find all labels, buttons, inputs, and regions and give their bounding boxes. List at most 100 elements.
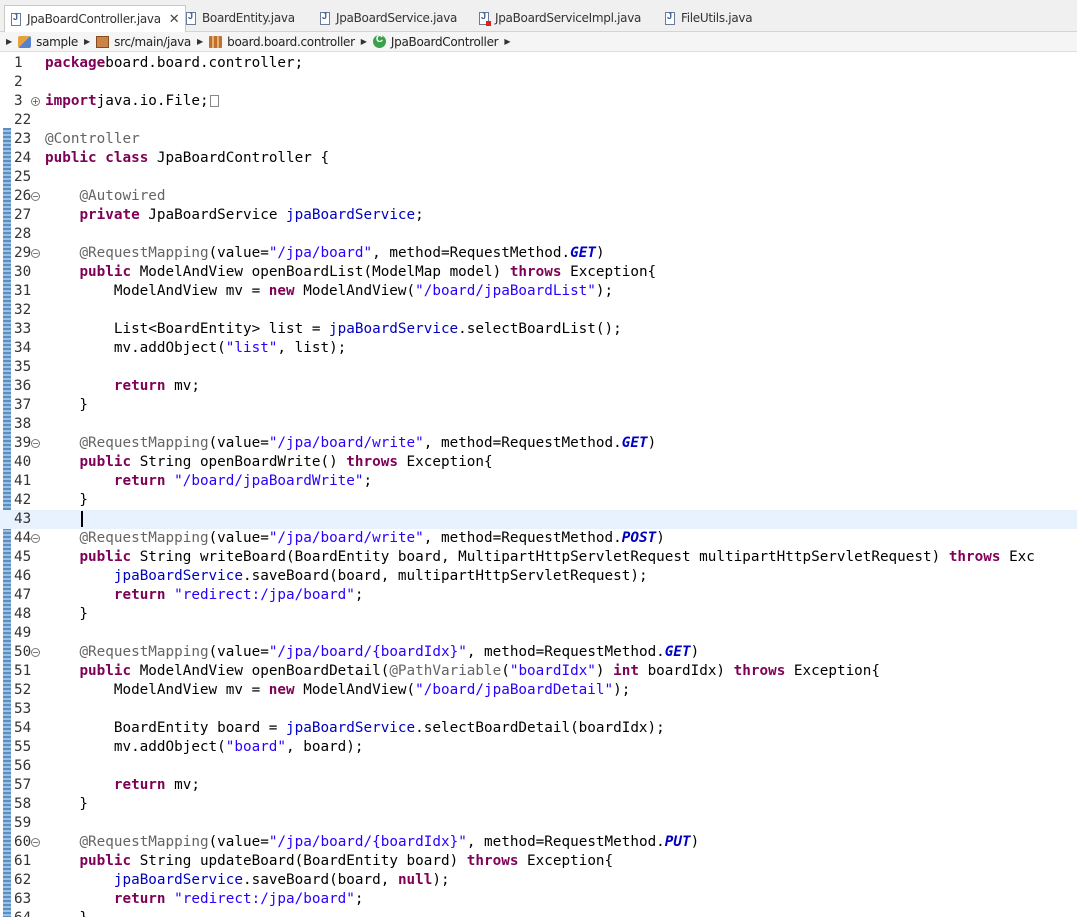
code-text: } [45,606,89,622]
code-line[interactable]: 33 List<BoardEntity> list = jpaBoardServ… [0,320,1077,339]
breadcrumb: ▶ sample ▶ src/main/java ▶ board.board.c… [0,32,1077,52]
line-number: 43 [14,511,32,527]
collapse-fold-icon[interactable]: − [31,249,40,258]
code-line[interactable]: 61 public String updateBoard(BoardEntity… [0,852,1077,871]
code-line[interactable]: 54 BoardEntity board = jpaBoardService.s… [0,719,1077,738]
code-line[interactable]: 60− @RequestMapping(value="/jpa/board/{b… [0,833,1077,852]
tab-jpaboardcontroller[interactable]: JpaBoardController.java ✕ [4,5,187,32]
line-number: 62 [14,872,32,888]
expand-fold-icon[interactable]: + [31,97,40,106]
line-number: 1 [14,55,23,71]
code-line[interactable]: 42 } [0,491,1077,510]
code-line[interactable]: 46 jpaBoardService.saveBoard(board, mult… [0,567,1077,586]
code-line[interactable]: 22 [0,111,1077,130]
code-line[interactable]: 24 public class JpaBoardController { [0,149,1077,168]
code-line[interactable]: 45 public String writeBoard(BoardEntity … [0,548,1077,567]
code-line[interactable]: 1 packageboard.board.controller; [0,54,1077,73]
collapse-fold-icon[interactable]: − [31,534,40,543]
package-icon [209,35,223,48]
folded-region-icon[interactable] [209,95,219,107]
code-line[interactable]: 59 [0,814,1077,833]
code-line[interactable]: 27 private JpaBoardService jpaBoardServi… [0,206,1077,225]
code-text: List<BoardEntity> list = jpaBoardService… [45,321,622,337]
chevron-right-icon[interactable]: ▶ [84,37,90,46]
tab-jpaboardserviceimpl[interactable]: JpaBoardServiceImpl.java [479,8,641,28]
code-line[interactable]: 62 jpaBoardService.saveBoard(board, null… [0,871,1077,890]
class-icon [372,34,386,48]
close-icon[interactable]: ✕ [169,12,180,27]
code-line[interactable]: 55 mv.addObject("board", board); [0,738,1077,757]
chevron-right-icon[interactable]: ▶ [6,37,12,46]
code-text: private JpaBoardService jpaBoardService; [79,207,424,223]
java-file-icon [186,11,196,25]
line-number: 45 [14,549,32,565]
collapse-fold-icon[interactable]: − [31,192,40,201]
code-line[interactable]: 26− @Autowired [0,187,1077,206]
line-number: 24 [14,150,32,166]
chevron-right-icon[interactable]: ▶ [504,37,510,46]
code-line[interactable]: 38 [0,415,1077,434]
code-line[interactable]: 25 [0,168,1077,187]
line-number: 34 [14,340,32,356]
code-line[interactable]: 32 [0,301,1077,320]
code-line[interactable]: 58 } [0,795,1077,814]
code-line[interactable]: 30 public ModelAndView openBoardList(Mod… [0,263,1077,282]
code-line[interactable]: 63 return "redirect:/jpa/board"; [0,890,1077,909]
code-line[interactable]: 56 [0,757,1077,776]
line-number: 63 [14,891,32,907]
breadcrumb-item-project[interactable]: sample [18,35,78,49]
code-line[interactable]: 39− @RequestMapping(value="/jpa/board/wr… [0,434,1077,453]
collapse-fold-icon[interactable]: − [31,439,40,448]
code-line[interactable]: 57 return mv; [0,776,1077,795]
code-line[interactable]: 51 public ModelAndView openBoardDetail(@… [0,662,1077,681]
code-line[interactable]: 23 @Controller [0,130,1077,149]
chevron-right-icon[interactable]: ▶ [197,37,203,46]
code-line[interactable]: 47 return "redirect:/jpa/board"; [0,586,1077,605]
code-editor[interactable]: 1 packageboard.board.controller; 2 3 + import… [0,53,1077,917]
breadcrumb-item-source-folder[interactable]: src/main/java [96,35,191,49]
code-line[interactable]: 34 mv.addObject("list", list); [0,339,1077,358]
line-number: 2 [14,74,23,90]
code-line[interactable]: 40 public String openBoardWrite() throws… [0,453,1077,472]
code-line[interactable]: 35 [0,358,1077,377]
code-line[interactable]: 53 [0,700,1077,719]
line-number: 23 [14,131,32,147]
tab-jpaboardservice[interactable]: JpaBoardService.java [320,8,457,28]
tab-boardentity[interactable]: BoardEntity.java [186,8,295,28]
code-line[interactable]: 3 + importjava.io.File; [0,92,1077,111]
code-line[interactable]: 37 } [0,396,1077,415]
code-line[interactable]: 64 } [0,909,1077,917]
code-line[interactable]: 44− @RequestMapping(value="/jpa/board/wr… [0,529,1077,548]
line-number: 33 [14,321,32,337]
code-line[interactable]: 36 return mv; [0,377,1077,396]
code-text: } [45,492,89,508]
collapse-fold-icon[interactable]: − [31,648,40,657]
code-line[interactable]: 50− @RequestMapping(value="/jpa/board/{b… [0,643,1077,662]
code-text: @Autowired [79,188,166,204]
code-text: jpaBoardService.saveBoard(board, multipa… [113,568,648,584]
code-text: public String writeBoard(BoardEntity boa… [79,549,1035,565]
collapse-fold-icon[interactable]: − [31,838,40,847]
code-text: packageboard.board.controller; [45,55,304,71]
line-number: 32 [14,302,32,318]
code-line[interactable]: 41 return "/board/jpaBoardWrite"; [0,472,1077,491]
code-line[interactable]: 29− @RequestMapping(value="/jpa/board", … [0,244,1077,263]
code-line[interactable]: 28 [0,225,1077,244]
chevron-right-icon[interactable]: ▶ [361,37,367,46]
tab-fileutils[interactable]: FileUtils.java [665,8,753,28]
breadcrumb-item-package[interactable]: board.board.controller [209,35,355,49]
breadcrumb-item-class[interactable]: JpaBoardController [372,34,499,49]
line-number: 25 [14,169,32,185]
line-number: 31 [14,283,32,299]
code-line[interactable]: 52 ModelAndView mv = new ModelAndView("/… [0,681,1077,700]
code-line[interactable]: 48 } [0,605,1077,624]
line-number: 61 [14,853,32,869]
code-line[interactable]: 43 [0,510,1077,529]
line-number: 22 [14,112,32,128]
code-line[interactable]: 31 ModelAndView mv = new ModelAndView("/… [0,282,1077,301]
code-text: public ModelAndView openBoardList(ModelM… [79,264,657,280]
code-text: @RequestMapping(value="/jpa/board/{board… [79,834,700,850]
code-line[interactable]: 49 [0,624,1077,643]
line-number: 64 [14,909,36,917]
code-line[interactable]: 2 [0,73,1077,92]
